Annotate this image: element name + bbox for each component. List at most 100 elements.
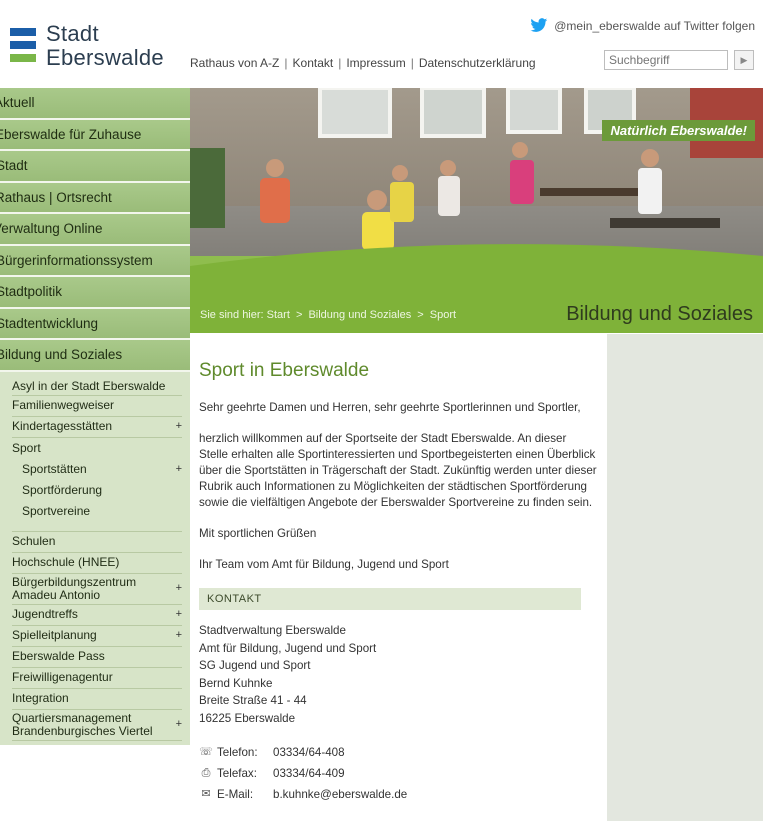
nav-item-verwaltung[interactable]: Verwaltung Online bbox=[0, 214, 190, 246]
fax-value: 03334/64-409 bbox=[273, 766, 345, 780]
subnav-item-bbz[interactable]: Bürgerbildungszentrum Amadeu Antonio + bbox=[12, 574, 182, 605]
expand-plus-icon[interactable]: + bbox=[172, 718, 182, 731]
subnav-item-sportstaetten[interactable]: Sportstätten + bbox=[12, 459, 182, 480]
subnav-label: Hochschule (HNEE) bbox=[12, 555, 120, 569]
breadcrumb-start[interactable]: Start bbox=[267, 309, 290, 321]
breadcrumb-sport[interactable]: Sport bbox=[430, 309, 456, 321]
fax-icon: ⎙ bbox=[201, 766, 211, 779]
topnav-separator: | bbox=[284, 56, 288, 70]
subnav-label: Freiwilligenagentur bbox=[12, 670, 113, 684]
subnav-item-sportvereine[interactable]: Sportvereine bbox=[12, 501, 182, 522]
twitter-follow-text: @mein_eberswalde auf Twitter folgen bbox=[554, 18, 755, 33]
phone-label: Telefon: bbox=[217, 745, 258, 759]
subnav-item-kita[interactable]: Kindertagesstätten + bbox=[12, 417, 182, 438]
twitter-follow-link[interactable]: @mein_eberswalde auf Twitter folgen bbox=[530, 18, 755, 33]
subnav-label: Sportförderung bbox=[22, 482, 103, 497]
subnav-label: Sportvereine bbox=[22, 503, 91, 518]
address-line: Stadtverwaltung Eberswalde bbox=[199, 624, 346, 637]
subnav-label: Schulen bbox=[12, 534, 56, 548]
right-column bbox=[607, 334, 763, 821]
breadcrumb: Sie sind hier: Start > Bildung und Sozia… bbox=[200, 309, 456, 321]
breadcrumb-bar: Sie sind hier: Start > Bildung und Sozia… bbox=[190, 296, 763, 334]
topnav-link-kontakt[interactable]: Kontakt bbox=[293, 56, 334, 70]
closing-text: Mit sportlichen Grüßen bbox=[199, 527, 317, 540]
sidebar: Aktuell Eberswalde für Zuhause Stadt Rat… bbox=[0, 88, 190, 745]
subnav-label: Sport bbox=[12, 440, 41, 455]
topnav-link-impressum[interactable]: Impressum bbox=[346, 56, 405, 70]
signature-text: Ihr Team vom Amt für Bildung, Jugend und… bbox=[199, 558, 449, 571]
subnav-label: Quartiersmanagement Brandenburgisches Vi… bbox=[12, 710, 153, 738]
kontakt-heading: KONTAKT bbox=[199, 588, 581, 610]
phone-row: ☏ Telefon: 03334/64-408 bbox=[199, 742, 598, 763]
subnav-item-jugendtreffs[interactable]: Jugendtreffs + bbox=[12, 605, 182, 626]
phone-icon: ☏ bbox=[199, 745, 213, 758]
logo-mark-icon bbox=[10, 26, 38, 66]
expand-plus-icon[interactable]: + bbox=[172, 582, 182, 595]
nav-item-aktuell[interactable]: Aktuell bbox=[0, 88, 190, 120]
address-line: 16225 Eberswalde bbox=[199, 711, 296, 725]
search-input[interactable] bbox=[604, 50, 728, 70]
slogan-italic: Natürlich bbox=[610, 123, 667, 138]
subnav-label: Jugendtreffs bbox=[12, 607, 78, 621]
breadcrumb-prefix: Sie sind hier: bbox=[200, 309, 264, 321]
nav-item-stadt[interactable]: Stadt bbox=[0, 151, 190, 183]
email-row: ✉ E-Mail: b.kuhnke@eberswalde.de bbox=[199, 784, 598, 805]
address-line: Amt für Bildung, Jugend und Sport bbox=[199, 641, 377, 655]
subnav-item-freiwilligenagentur[interactable]: Freiwilligenagentur bbox=[12, 668, 182, 689]
email-icon: ✉ bbox=[201, 787, 211, 800]
subnav-item-sportfoerderung[interactable]: Sportförderung bbox=[12, 480, 182, 501]
breadcrumb-separator: > bbox=[417, 309, 424, 321]
email-label: E-Mail: bbox=[217, 787, 254, 801]
breadcrumb-bildung[interactable]: Bildung und Soziales bbox=[308, 309, 411, 321]
nav-item-buergerinfo[interactable]: Bürgerinformationssystem bbox=[0, 245, 190, 277]
nav-item-bildung[interactable]: Bildung und Soziales bbox=[0, 340, 190, 372]
address-line: Bernd Kuhnke bbox=[199, 676, 273, 690]
search-submit-button[interactable]: ▶ bbox=[734, 50, 754, 70]
top-navigation: Rathaus von A-Z | Kontakt | Impressum | Datens… bbox=[190, 56, 536, 70]
subnav-item-sport[interactable]: Sport bbox=[12, 438, 182, 459]
subnav-label: Spielleitplanung bbox=[12, 628, 97, 642]
fax-row: ⎙ Telefax: 03334/64-409 bbox=[199, 763, 598, 784]
nav-item-zuhause[interactable]: Eberswalde für Zuhause bbox=[0, 119, 190, 151]
expand-plus-icon[interactable]: + bbox=[172, 463, 182, 476]
subnav-item-integration[interactable]: Integration bbox=[12, 689, 182, 710]
city-logo[interactable]: Stadt Eberswalde bbox=[10, 22, 180, 82]
expand-plus-icon[interactable]: + bbox=[172, 420, 182, 433]
breadcrumb-separator: > bbox=[295, 309, 303, 321]
subnav-item-hochschule[interactable]: Hochschule (HNEE) bbox=[12, 553, 182, 574]
subnav-label: Asyl in der Stadt Eberswalde bbox=[12, 378, 166, 393]
subnav-item-pass[interactable]: Eberswalde Pass bbox=[12, 647, 182, 668]
subnav-item-asyl[interactable]: Asyl in der Stadt Eberswalde bbox=[12, 372, 182, 396]
main-content: Sport in Eberswalde Sehr geehrte Damen u… bbox=[190, 334, 607, 821]
subnav-item-quartiersmanagement[interactable]: Quartiersmanagement Brandenburgisches Vi… bbox=[12, 710, 182, 741]
subnav-item-spielleitplanung[interactable]: Spielleitplanung + bbox=[12, 626, 182, 647]
nav-item-rathaus[interactable]: Rathaus | Ortsrecht bbox=[0, 182, 190, 214]
section-title: Bildung und Soziales bbox=[566, 303, 753, 325]
subnav-label: Kindertagesstätten bbox=[12, 419, 113, 433]
slogan-badge: Natürlich Eberswalde! bbox=[602, 120, 755, 141]
subnav-item-familie[interactable]: Familienwegweiser bbox=[12, 396, 182, 417]
expand-plus-icon[interactable]: + bbox=[172, 608, 182, 621]
topnav-link-rathaus[interactable]: Rathaus von A-Z bbox=[190, 56, 279, 70]
greeting-text: Sehr geehrte Damen und Herren, sehr geeh… bbox=[199, 401, 581, 414]
subnav-label: Eberswalde Pass bbox=[12, 649, 105, 663]
fax-label: Telefax: bbox=[217, 766, 257, 780]
address-line: Breite Straße 41 - 44 bbox=[199, 694, 307, 708]
logo-text: Stadt Eberswalde bbox=[46, 22, 164, 70]
search-box: ▶ bbox=[604, 50, 754, 70]
slogan-rest: Eberswalde! bbox=[666, 123, 747, 138]
intro-text: herzlich willkommen auf der Sportseite d… bbox=[199, 432, 597, 509]
email-link[interactable]: b.kuhnke@eberswalde.de bbox=[273, 784, 407, 805]
subnav-item-schulen[interactable]: Schulen bbox=[12, 532, 182, 553]
nav-item-stadtpolitik[interactable]: Stadtpolitik bbox=[0, 277, 190, 309]
nav-item-stadtentwicklung[interactable]: Stadtentwicklung bbox=[0, 308, 190, 340]
twitter-bird-icon bbox=[530, 18, 548, 32]
subnav-label: Familienwegweiser bbox=[12, 398, 115, 412]
phone-value: 03334/64-408 bbox=[273, 745, 345, 759]
expand-plus-icon[interactable]: + bbox=[172, 629, 182, 642]
subnav-divider bbox=[12, 522, 182, 532]
topnav-separator: | bbox=[410, 56, 414, 70]
subnav-label: Bürgerbildungszentrum Amadeu Antonio bbox=[12, 574, 137, 602]
address-line: SG Jugend und Sport bbox=[199, 659, 311, 673]
topnav-link-datenschutz[interactable]: Datenschutzerklärung bbox=[419, 56, 536, 70]
